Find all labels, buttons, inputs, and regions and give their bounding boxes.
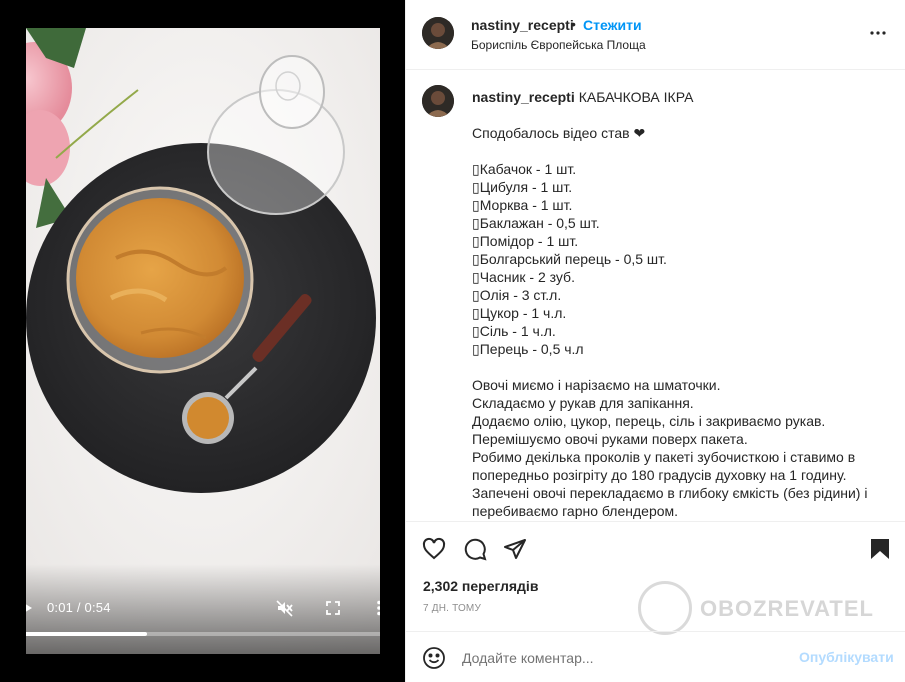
ingredient-marker: ▯ — [472, 233, 480, 249]
ingredient-item: ▯Кабачок - 1 шт. — [472, 160, 892, 178]
username[interactable]: nastiny_recepti — [471, 17, 574, 33]
ingredient-item: ▯Сіль - 1 ч.л. — [472, 322, 892, 340]
ingredient-text: Цукор - 1 ч.л. — [479, 305, 567, 321]
play-icon[interactable] — [26, 600, 34, 616]
ingredient-item: ▯Морква - 1 шт. — [472, 196, 892, 214]
post-panel: nastiny_recepti • Стежити Бориспіль Євро… — [405, 0, 905, 682]
step-line: Додаємо олію, цукор, перець, сіль і закр… — [472, 413, 826, 429]
post-age[interactable]: 7 ДН. ТОМУ — [423, 603, 481, 614]
heart-icon[interactable] — [422, 537, 446, 561]
more-vertical-icon[interactable] — [375, 600, 380, 616]
ingredient-text: Часник - 2 зуб. — [479, 269, 575, 285]
follow-button[interactable]: Стежити — [583, 17, 642, 33]
video-player[interactable]: 0:01 / 0:54 — [26, 28, 380, 654]
ingredient-text: Помідор - 1 шт. — [479, 233, 579, 249]
step-line: Овочі миємо і нарізаємо на шматочки. — [472, 377, 721, 393]
ingredient-marker: ▯ — [472, 215, 480, 231]
view-count[interactable]: 2,302 переглядів — [423, 578, 538, 594]
ingredient-item: ▯Олія - 3 ст.л. — [472, 286, 892, 304]
step-line: Складаємо у рукав для запікання. — [472, 395, 694, 411]
ingredient-item: ▯Цибуля - 1 шт. — [472, 178, 892, 196]
ingredient-marker: ▯ — [472, 341, 480, 357]
post-header: nastiny_recepti • Стежити Бориспіль Євро… — [406, 0, 905, 70]
bookmark-icon[interactable] — [868, 537, 892, 561]
caption-text: nastiny_recepti КАБАЧКОВА ІКРА Сподобалос… — [472, 88, 892, 520]
step-line: Робимо декілька проколів у пакеті зубочи… — [472, 449, 856, 483]
avatar[interactable] — [422, 17, 454, 49]
watermark-emblem — [638, 581, 692, 635]
ingredient-text: Баклажан - 0,5 шт. — [479, 215, 600, 231]
more-horizontal-icon[interactable] — [869, 24, 887, 42]
location-link[interactable]: Бориспіль Європейська Площа — [471, 38, 646, 52]
ingredient-marker: ▯ — [472, 251, 480, 267]
ingredient-text: Болгарський перець - 0,5 шт. — [479, 251, 667, 267]
caption-username[interactable]: nastiny_recepti — [472, 89, 575, 105]
avatar[interactable] — [422, 85, 454, 117]
video-progress-bar[interactable] — [26, 632, 380, 636]
ingredient-marker: ▯ — [472, 323, 480, 339]
step-line: Запечені овочі перекладаємо в глибоку єм… — [472, 485, 868, 519]
ingredient-text: Сіль - 1 ч.л. — [479, 323, 556, 339]
video-frame — [26, 28, 380, 654]
ingredient-marker: ▯ — [472, 305, 480, 321]
ingredient-item: ▯Болгарський перець - 0,5 шт. — [472, 250, 892, 268]
ingredient-marker: ▯ — [472, 287, 480, 303]
caption-title: КАБАЧКОВА ІКРА — [578, 89, 694, 105]
mute-icon[interactable] — [276, 599, 294, 617]
ingredient-text: Кабачок - 1 шт. — [479, 161, 577, 177]
fullscreen-icon[interactable] — [325, 600, 341, 616]
caption-section: nastiny_recepti КАБАЧКОВА ІКРА Сподобалос… — [406, 71, 905, 520]
comment-bar: Опублікувати — [406, 631, 905, 682]
ingredient-item: ▯Баклажан - 0,5 шт. — [472, 214, 892, 232]
ingredient-text: Олія - 3 ст.л. — [479, 287, 562, 303]
instagram-post-viewer: 0:01 / 0:54 nastiny_recepti • Стежити Бо… — [0, 0, 905, 682]
comment-input[interactable] — [462, 648, 782, 668]
ingredient-marker: ▯ — [472, 161, 480, 177]
ingredient-text: Перець - 0,5 ч.л — [479, 341, 584, 357]
ingredient-item: ▯Перець - 0,5 ч.л — [472, 340, 892, 358]
ingredient-marker: ▯ — [472, 197, 480, 213]
emoji-icon[interactable] — [422, 646, 446, 670]
ingredient-marker: ▯ — [472, 269, 480, 285]
separator-dot: • — [571, 16, 576, 32]
step-line: Перемішуємо овочі руками поверх пакета. — [472, 431, 748, 447]
watermark-text: OBOZREVATEL — [700, 596, 874, 621]
steps-list: Овочі миємо і нарізаємо на шматочки. Скла… — [472, 376, 892, 520]
video-progress-fill — [26, 632, 147, 636]
video-time: 0:01 / 0:54 — [47, 600, 111, 615]
watermark-logo: OBOZREVATEL — [638, 581, 898, 637]
caption-like-line: Сподобалось відео став ❤ — [472, 125, 646, 141]
media-pane: 0:01 / 0:54 — [0, 0, 405, 682]
ingredient-text: Цибуля - 1 шт. — [479, 179, 573, 195]
ingredient-item: ▯Помідор - 1 шт. — [472, 232, 892, 250]
ingredient-text: Морква - 1 шт. — [479, 197, 573, 213]
actions-section: 2,302 переглядів 7 ДН. ТОМУ OBOZREVATEL — [406, 521, 905, 635]
ingredient-item: ▯Часник - 2 зуб. — [472, 268, 892, 286]
post-comment-button[interactable]: Опублікувати — [799, 649, 894, 665]
share-icon[interactable] — [503, 537, 527, 561]
comment-icon[interactable] — [463, 537, 487, 561]
ingredient-marker: ▯ — [472, 179, 480, 195]
ingredients-list: ▯Кабачок - 1 шт. ▯Цибуля - 1 шт. ▯Морква -… — [472, 160, 892, 358]
ingredient-item: ▯Цукор - 1 ч.л. — [472, 304, 892, 322]
